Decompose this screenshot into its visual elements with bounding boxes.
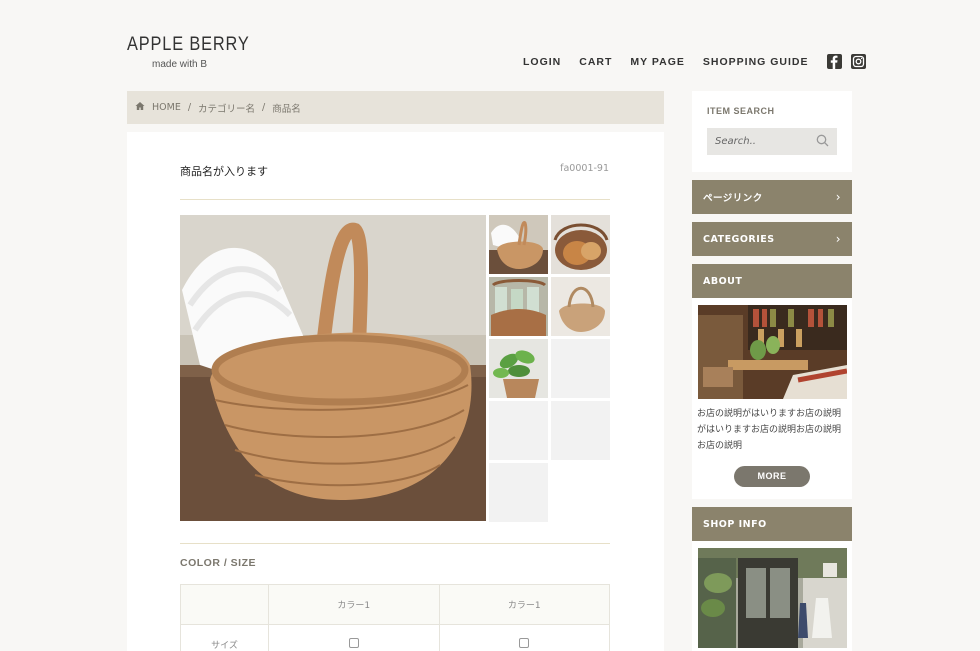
thumbnail[interactable] (551, 215, 610, 274)
section-title: SHOP INFO (703, 518, 767, 530)
about-panel: お店の説明がはいりますお店の説明がはいりますお店の説明お店の説明お店の説明 MO… (692, 298, 852, 499)
thumbnail-empty (489, 463, 548, 522)
product-detail: 商品名が入ります fa0001-91 COLOR / SIZE カラー1 カラー… (127, 132, 664, 651)
size-label: サイズ (180, 624, 269, 651)
breadcrumb-category[interactable]: カテゴリー名 (198, 101, 255, 115)
thumbnail-empty (551, 339, 610, 398)
item-search: ITEM SEARCH Search.. (692, 91, 852, 172)
search-input[interactable]: Search.. (707, 128, 837, 155)
chevron-right-icon: › (835, 190, 841, 204)
table-header-cell (180, 584, 269, 625)
sidebar-link-page-link[interactable]: ページリンク › (692, 180, 852, 214)
thumbnail[interactable] (551, 277, 610, 336)
sidebar-section-shop-info: SHOP INFO (692, 507, 852, 541)
thumbnail-empty (489, 401, 548, 460)
section-title: ABOUT (703, 275, 743, 287)
breadcrumb-separator: / (187, 102, 192, 113)
table-header-row: カラー1 カラー1 (180, 584, 610, 625)
option-checkbox[interactable] (348, 638, 359, 648)
logo-subtitle: made with B (152, 59, 208, 70)
shop-info-panel (692, 541, 852, 651)
product-code: fa0001-91 (560, 163, 609, 174)
thumbnail[interactable] (489, 277, 548, 336)
color-size-title: COLOR / SIZE (180, 557, 257, 569)
nav-cart[interactable]: CART (579, 56, 612, 68)
nav-my-page[interactable]: MY PAGE (630, 56, 684, 68)
table-row: サイズ (180, 624, 610, 651)
nav-login[interactable]: LOGIN (523, 56, 561, 68)
about-image (698, 305, 847, 399)
thumbnail[interactable] (489, 339, 548, 398)
sidebar-section-about: ABOUT (692, 264, 852, 298)
divider (180, 543, 610, 544)
breadcrumb-separator: / (262, 102, 266, 113)
thumbnail[interactable] (489, 215, 548, 274)
search-title: ITEM SEARCH (707, 106, 775, 116)
facebook-icon[interactable] (826, 54, 842, 69)
home-icon[interactable] (135, 101, 145, 114)
breadcrumb-home[interactable]: HOME (152, 102, 181, 113)
instagram-icon[interactable] (850, 54, 866, 69)
table-cell (438, 624, 610, 651)
logo-title: APPLE BERRY (127, 34, 250, 55)
search-placeholder: Search.. (715, 136, 756, 147)
breadcrumb: HOME / カテゴリー名 / 商品名 (127, 91, 664, 124)
sidebar-link-label: ページリンク (703, 193, 763, 204)
table-header-cell: カラー1 (438, 584, 610, 625)
product-title: 商品名が入ります (180, 165, 268, 178)
table-cell (268, 624, 440, 651)
option-checkbox[interactable] (519, 638, 530, 648)
divider (180, 199, 610, 200)
sidebar-link-categories[interactable]: CATEGORIES › (692, 222, 852, 256)
breadcrumb-product: 商品名 (272, 103, 301, 115)
nav-shopping-guide[interactable]: SHOPPING GUIDE (703, 56, 809, 68)
about-text: お店の説明がはいりますお店の説明がはいりますお店の説明お店の説明お店の説明 (697, 409, 842, 451)
product-main-image (180, 215, 486, 521)
sidebar: ITEM SEARCH Search.. ページリンク › CATEGORIES… (692, 91, 852, 651)
search-icon[interactable] (816, 134, 829, 150)
shop-image (698, 548, 847, 648)
product-thumbnails (489, 215, 610, 522)
color-size-table: カラー1 カラー1 サイズ (180, 584, 610, 651)
more-button[interactable]: MORE (734, 466, 810, 487)
header-nav: LOGIN CART MY PAGE SHOPPING GUIDE (523, 54, 866, 69)
site-logo[interactable]: APPLE BERRY made with B (127, 34, 270, 70)
thumbnail-empty (551, 401, 610, 460)
chevron-right-icon: › (835, 232, 841, 246)
sidebar-link-label: CATEGORIES (703, 233, 775, 245)
table-header-cell: カラー1 (268, 584, 440, 625)
